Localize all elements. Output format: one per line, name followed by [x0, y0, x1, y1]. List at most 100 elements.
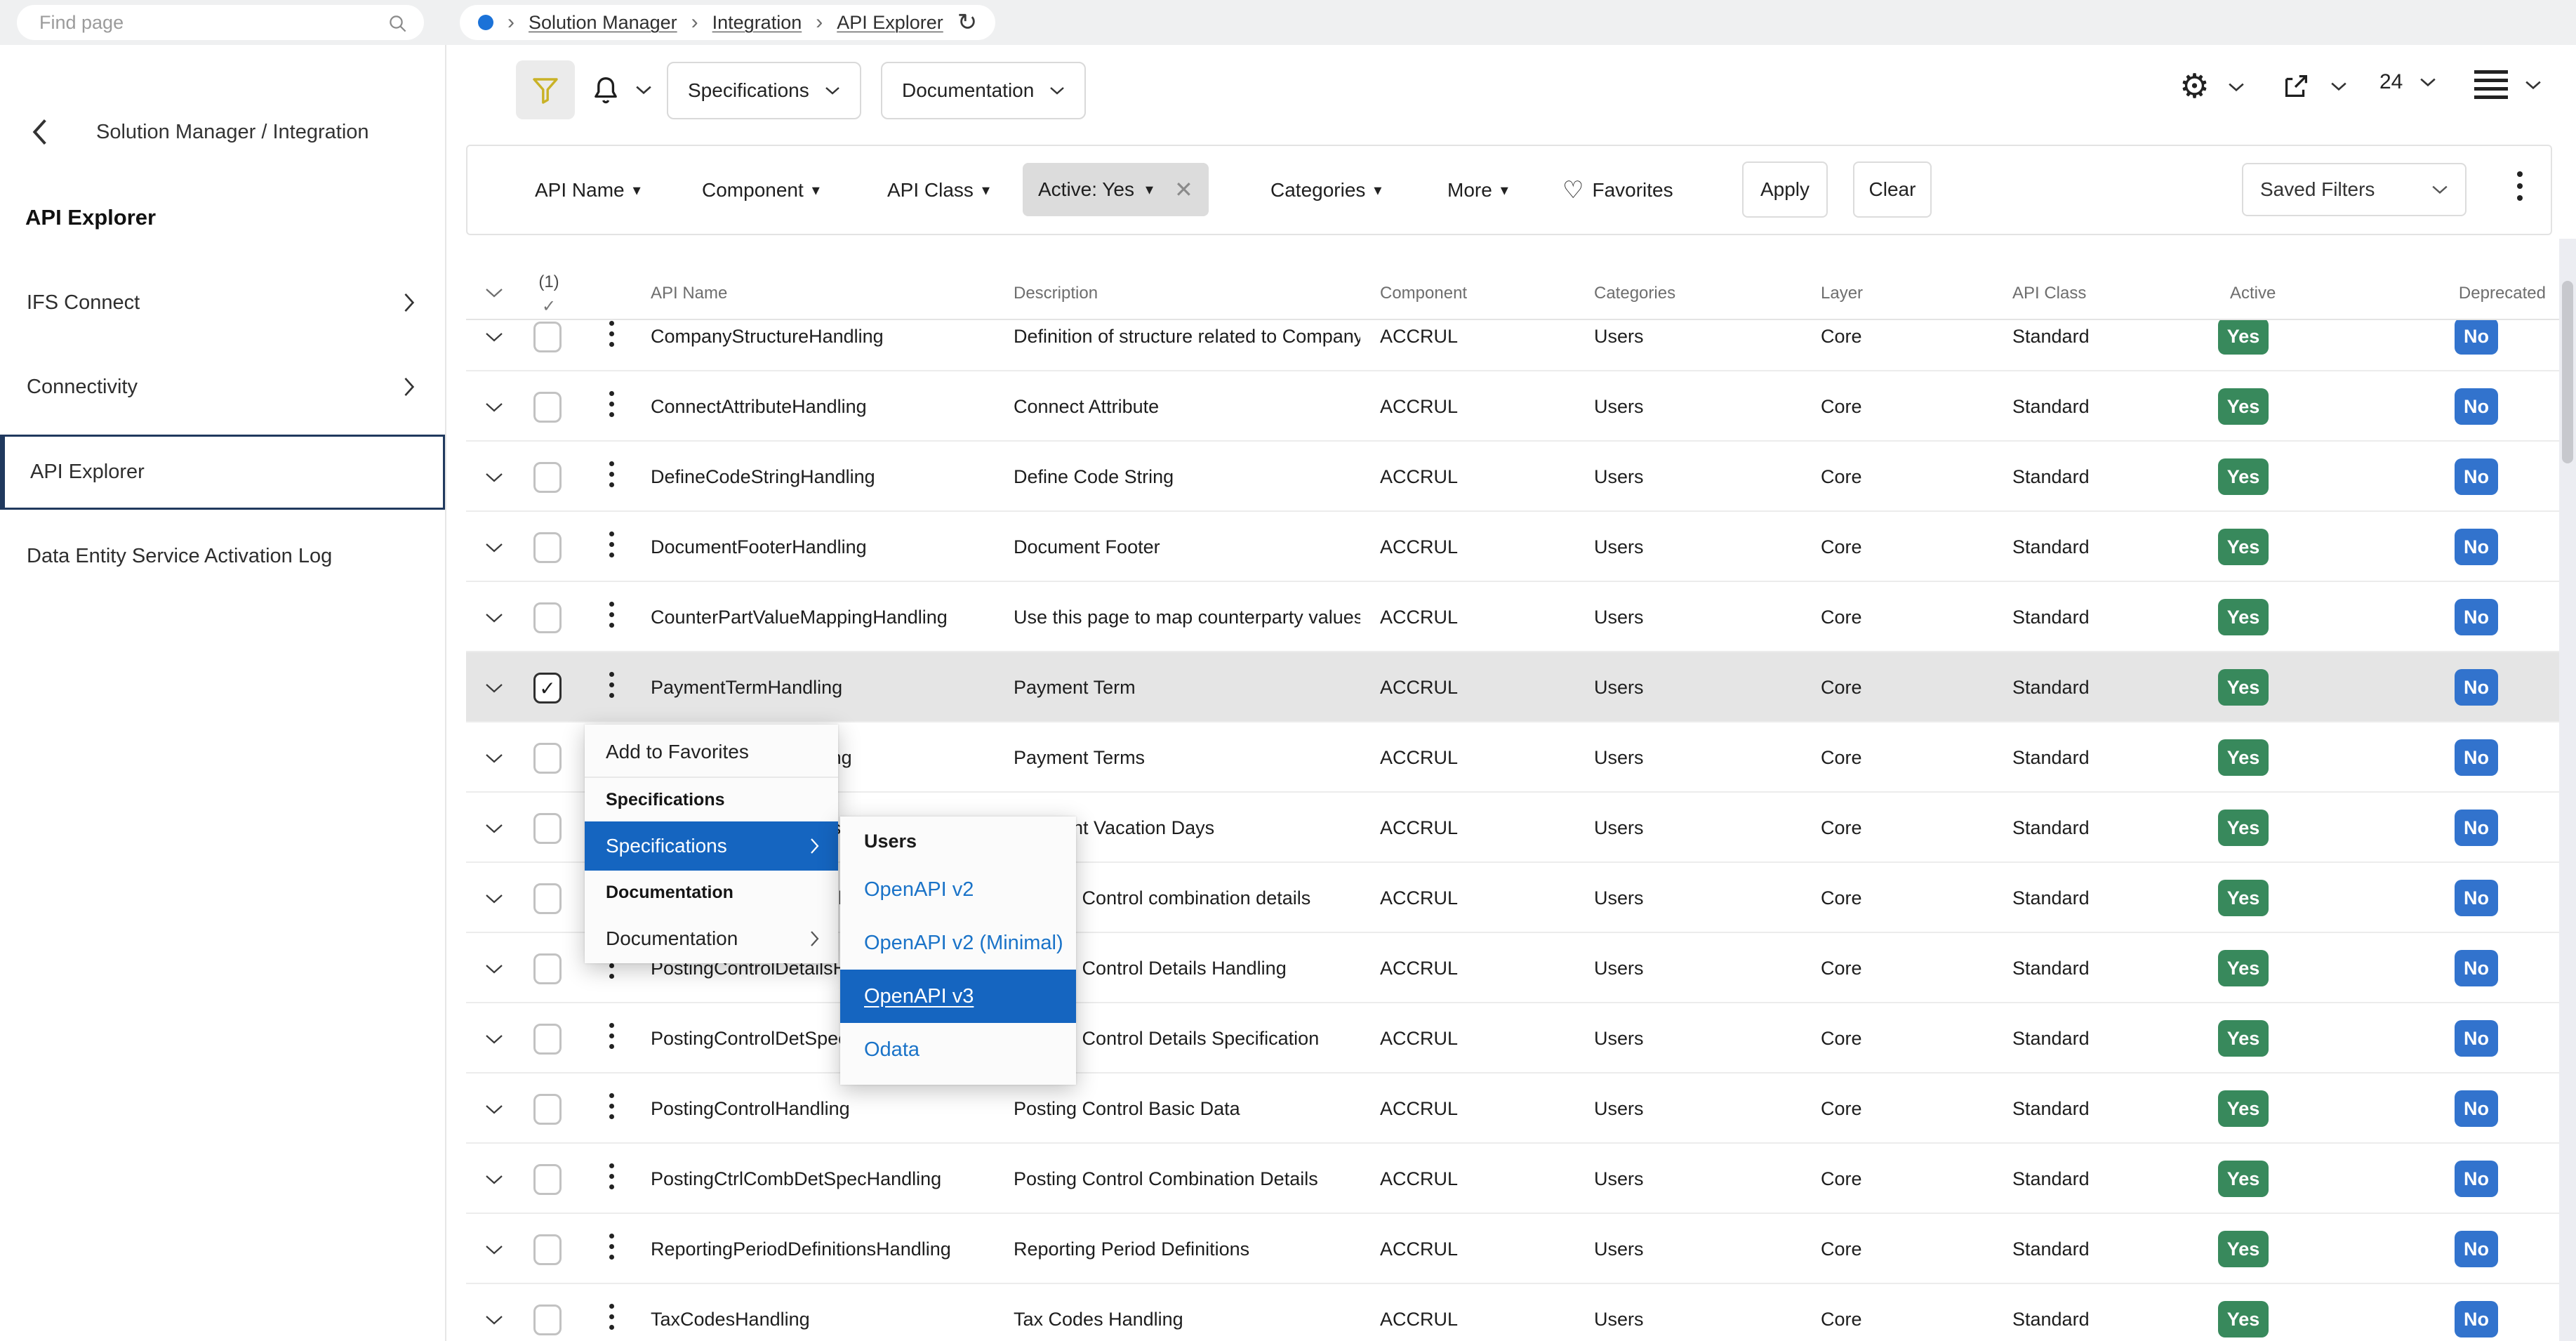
sidebar-item-api-explorer[interactable]: API Explorer	[0, 435, 445, 510]
column-header-component[interactable]: Component	[1380, 284, 1467, 303]
column-header-deprecated[interactable]: Deprecated	[2403, 284, 2546, 303]
apply-button[interactable]: Apply	[1742, 161, 1828, 218]
sidebar-item-data-entity-log[interactable]: Data Entity Service Activation Log	[0, 531, 446, 581]
row-kebab-menu-icon[interactable]	[609, 672, 614, 698]
row-kebab-menu-icon[interactable]	[609, 1163, 614, 1189]
row-checkbox[interactable]: ✓	[533, 602, 562, 633]
row-checkbox[interactable]: ✓	[533, 322, 562, 352]
expand-all-chevron-icon[interactable]	[484, 286, 504, 299]
row-checkbox[interactable]: ✓	[533, 743, 562, 774]
breadcrumb-solution-manager[interactable]: Solution Manager	[529, 12, 677, 34]
row-kebab-menu-icon[interactable]	[609, 1234, 614, 1260]
submenu-item-openapi-v3[interactable]: OpenAPI v3	[840, 970, 1076, 1023]
row-checkbox[interactable]: ✓	[533, 1024, 562, 1055]
row-expand-chevron-icon[interactable]	[484, 471, 504, 484]
row-checkbox[interactable]: ✓	[533, 813, 562, 844]
column-header-api-class[interactable]: API Class	[2012, 284, 2086, 303]
row-expand-chevron-icon[interactable]	[484, 612, 504, 624]
saved-filters-dropdown[interactable]: Saved Filters	[2242, 163, 2467, 216]
row-checkbox[interactable]: ✓	[533, 392, 562, 423]
row-expand-chevron-icon[interactable]	[484, 1103, 504, 1116]
sidebar-item-ifs-connect[interactable]: IFS Connect	[0, 277, 446, 328]
settings-menu-button[interactable]: ⚙	[2179, 70, 2245, 104]
row-kebab-menu-icon[interactable]	[609, 1023, 614, 1049]
row-checkbox[interactable]: ✓	[533, 462, 562, 493]
submenu-item-openapi-v2[interactable]: OpenAPI v2	[840, 863, 1076, 916]
table-row[interactable]: ✓ ReportingPeriodDefinitionsHandling Rep…	[466, 1214, 2561, 1284]
breadcrumb-integration[interactable]: Integration	[712, 12, 802, 34]
filter-component[interactable]: Component ▾	[702, 146, 820, 234]
menu-item-specifications[interactable]: Specifications	[585, 821, 838, 871]
row-checkbox[interactable]: ✓	[533, 883, 562, 914]
bell-icon[interactable]	[588, 73, 623, 110]
filter-chip-active-yes[interactable]: Active: Yes ▾ ✕	[1023, 163, 1209, 216]
filter-api-class[interactable]: API Class ▾	[887, 146, 990, 234]
submenu-item-openapi-v2-minimal[interactable]: OpenAPI v2 (Minimal)	[840, 916, 1076, 970]
row-expand-chevron-icon[interactable]	[484, 682, 504, 694]
selected-count[interactable]: (1)	[533, 272, 564, 292]
row-expand-chevron-icon[interactable]	[484, 1033, 504, 1045]
row-kebab-menu-icon[interactable]	[609, 321, 614, 347]
table-row[interactable]: ✓ DocumentFooterHandling Document Footer…	[466, 512, 2561, 582]
table-row[interactable]: ✓ DefineCodeStringHandling Define Code S…	[466, 442, 2561, 512]
table-row[interactable]: ✓ TaxCodesHandling Tax Codes Handling AC…	[466, 1284, 2561, 1341]
menu-item-documentation[interactable]: Documentation	[585, 914, 838, 963]
filter-more[interactable]: More ▾	[1447, 146, 1508, 234]
bell-dropdown-chevron-icon[interactable]	[635, 84, 652, 95]
table-row[interactable]: ✓ CounterPartValueMappingHandling Use th…	[466, 582, 2561, 652]
select-all-check-icon[interactable]: ✓	[533, 296, 564, 317]
clear-button[interactable]: Clear	[1853, 161, 1932, 218]
row-checkbox[interactable]: ✓	[533, 1164, 562, 1195]
filter-toggle-button[interactable]	[516, 60, 575, 119]
filter-kebab-menu-icon[interactable]	[2517, 171, 2523, 201]
column-header-api-name[interactable]: API Name	[651, 284, 727, 303]
refresh-icon[interactable]: ↻	[957, 11, 978, 34]
table-row[interactable]: ✓ PostingCtrlCombDetSpecHandling Posting…	[466, 1144, 2561, 1214]
sidebar-back-chevron-icon[interactable]	[31, 118, 48, 146]
column-header-categories[interactable]: Categories	[1594, 284, 1675, 303]
row-checkbox[interactable]: ✓	[533, 1094, 562, 1125]
breadcrumb-api-explorer[interactable]: API Explorer	[837, 12, 943, 34]
specifications-dropdown-button[interactable]: Specifications	[667, 62, 861, 119]
share-menu-button[interactable]	[2280, 70, 2347, 103]
filter-categories[interactable]: Categories ▾	[1270, 146, 1381, 234]
search-input[interactable]	[17, 5, 424, 40]
scrollbar-thumb[interactable]	[2562, 281, 2573, 463]
column-header-layer[interactable]: Layer	[1821, 284, 1863, 303]
column-header-description[interactable]: Description	[1014, 284, 1098, 303]
sidebar-item-connectivity[interactable]: Connectivity	[0, 362, 446, 412]
row-kebab-menu-icon[interactable]	[609, 391, 614, 417]
row-expand-chevron-icon[interactable]	[484, 331, 504, 343]
table-row[interactable]: ✓ PostingControlDetSpecHandling Posting …	[466, 1003, 2561, 1074]
row-expand-chevron-icon[interactable]	[484, 892, 504, 905]
filter-api-name[interactable]: API Name ▾	[535, 146, 641, 234]
row-expand-chevron-icon[interactable]	[484, 401, 504, 414]
menu-item-add-to-favorites[interactable]: Add to Favorites	[585, 727, 838, 777]
row-expand-chevron-icon[interactable]	[484, 541, 504, 554]
favorites-toggle[interactable]: ♡ Favorites	[1562, 146, 1673, 234]
row-checkbox[interactable]: ✓	[533, 1234, 562, 1265]
documentation-dropdown-button[interactable]: Documentation	[881, 62, 1086, 119]
row-kebab-menu-icon[interactable]	[609, 1093, 614, 1119]
row-expand-chevron-icon[interactable]	[484, 1173, 504, 1186]
table-row[interactable]: ✓ PostingControlHandling Posting Control…	[466, 1074, 2561, 1144]
row-kebab-menu-icon[interactable]	[609, 531, 614, 557]
table-row[interactable]: ✓ ConnectAttributeHandling Connect Attri…	[466, 371, 2561, 442]
row-checkbox[interactable]: ✓	[533, 673, 562, 703]
row-kebab-menu-icon[interactable]	[609, 461, 614, 487]
submenu-item-odata[interactable]: Odata	[840, 1023, 1076, 1076]
find-page-search[interactable]	[17, 5, 424, 40]
row-expand-chevron-icon[interactable]	[484, 1314, 504, 1326]
row-expand-chevron-icon[interactable]	[484, 963, 504, 975]
column-header-active[interactable]: Active	[2230, 284, 2276, 303]
close-icon[interactable]: ✕	[1174, 176, 1193, 203]
page-size-selector[interactable]: 24	[2379, 70, 2436, 94]
density-selector[interactable]	[2474, 70, 2542, 99]
row-expand-chevron-icon[interactable]	[484, 1243, 504, 1256]
row-checkbox[interactable]: ✓	[533, 953, 562, 984]
row-expand-chevron-icon[interactable]	[484, 752, 504, 765]
row-checkbox[interactable]: ✓	[533, 532, 562, 563]
row-checkbox[interactable]: ✓	[533, 1304, 562, 1335]
table-row[interactable]: ✓ PaymentTermHandling Payment Term ACCRU…	[466, 652, 2561, 722]
vertical-scrollbar[interactable]	[2559, 239, 2576, 1341]
